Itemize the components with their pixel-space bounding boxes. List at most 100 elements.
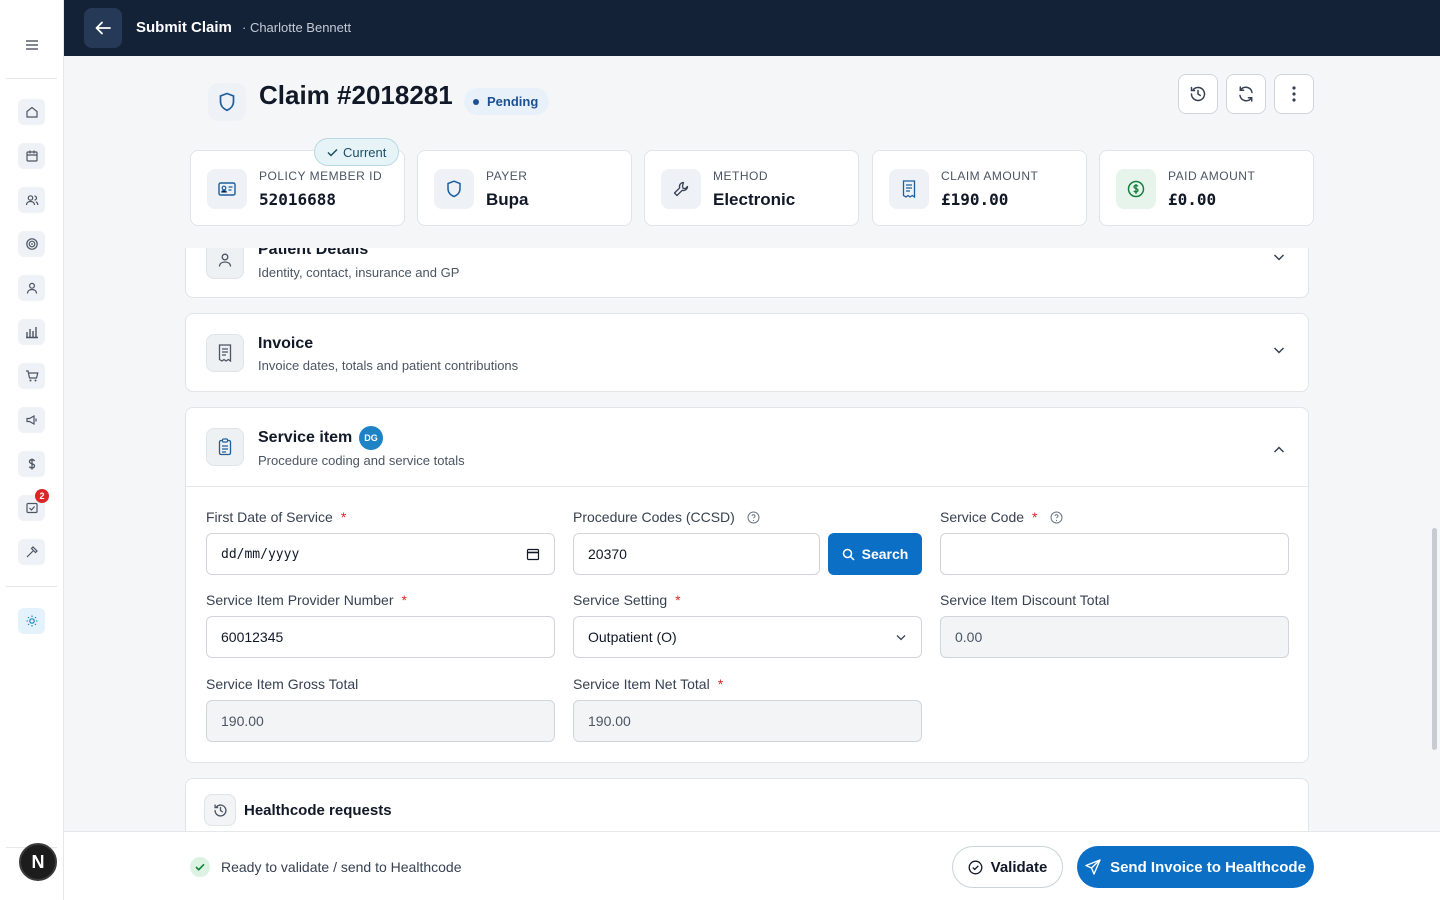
sidebar-item-target[interactable] (18, 231, 45, 257)
card-label: METHOD (713, 169, 768, 183)
chevron-down-icon (896, 635, 906, 641)
section-description: Invoice dates, totals and patient contri… (258, 358, 519, 373)
net-total-input: 190.00 (573, 700, 922, 742)
label-text: Service Item Net Total (573, 676, 710, 692)
current-label: Current (343, 144, 387, 160)
sidebar-item-cart[interactable] (18, 363, 45, 389)
id-card-icon (207, 169, 247, 209)
chevron-up-icon[interactable] (1272, 443, 1286, 457)
sidebar-item-reports[interactable] (18, 319, 45, 345)
sidebar-item-theme[interactable] (18, 608, 45, 634)
sidebar-item-tools[interactable] (18, 539, 45, 565)
card-label: PAID AMOUNT (1168, 169, 1256, 183)
inbox-icon (25, 502, 38, 514)
sidebar-item-inbox[interactable]: 2 (18, 489, 49, 521)
required-marker: * (1032, 509, 1038, 525)
section-title: Invoice (258, 335, 314, 352)
section-invoice[interactable]: Invoice Invoice dates, totals and patien… (185, 313, 1309, 392)
first-date-label: First Date of Service * (206, 509, 346, 525)
required-marker: * (717, 676, 724, 692)
first-date-input[interactable]: dd/mm/yyyy (206, 533, 555, 575)
provider-number-label: Service Item Provider Number * (206, 592, 407, 608)
help-icon[interactable] (747, 511, 760, 524)
required-marker: * (340, 509, 347, 525)
search-icon (842, 548, 855, 561)
section-title: Healthcode requests (244, 802, 392, 819)
assignee-badge: DG (359, 426, 383, 450)
check-icon (327, 148, 338, 157)
service-setting-label: Service Setting * (573, 592, 681, 608)
arrow-left-icon (95, 21, 111, 35)
net-total-label: Service Item Net Total * (573, 676, 723, 692)
calendar-icon (25, 150, 38, 162)
discount-total-label: Service Item Discount Total (940, 592, 1109, 608)
menu-icon[interactable] (22, 36, 42, 54)
label-text: First Date of Service (206, 509, 333, 525)
home-icon (25, 106, 38, 118)
input-value: 190.00 (221, 713, 264, 729)
search-button[interactable]: Search (828, 533, 922, 575)
send-icon (1085, 859, 1101, 875)
page-title: Submit Claim (136, 19, 232, 36)
action-bar: Ready to validate / send to Healthcode V… (64, 831, 1440, 900)
clipboard-icon (206, 428, 244, 466)
sun-icon (26, 615, 37, 627)
dollar-icon (28, 458, 35, 470)
validate-label: Validate (990, 858, 1048, 876)
notification-badge: 2 (35, 489, 49, 503)
back-button[interactable] (84, 8, 122, 48)
receipt-icon (206, 334, 244, 372)
status-dot-icon (473, 98, 479, 105)
input-value: 20370 (588, 546, 627, 562)
dollar-circle-icon (1116, 169, 1156, 209)
sidebar-item-campaigns[interactable] (18, 407, 45, 433)
avatar[interactable]: N (19, 843, 57, 881)
more-options-button[interactable] (1274, 74, 1314, 114)
label-text: Service Item Provider Number (206, 592, 394, 608)
history-icon (1190, 86, 1206, 102)
history-button[interactable] (1178, 74, 1218, 114)
sidebar-item-calendar[interactable] (18, 143, 45, 169)
service-code-label: Service Code * (940, 509, 1063, 525)
gross-total-input: 190.00 (206, 700, 555, 742)
summary-card-method: METHOD Electronic (644, 150, 859, 226)
section-service-item: Service item DG Procedure coding and ser… (185, 407, 1309, 763)
scroll-mask (180, 226, 1320, 248)
card-value: Electronic (713, 190, 796, 209)
card-value: Bupa (486, 190, 529, 209)
megaphone-icon (25, 414, 37, 426)
summary-card-claim-amount: CLAIM AMOUNT £190.00 (872, 150, 1087, 226)
sidebar-item-billing[interactable] (18, 451, 45, 477)
target-icon (25, 238, 38, 250)
refresh-button[interactable] (1226, 74, 1266, 114)
check-circle-icon (190, 857, 210, 877)
sidebar-item-home[interactable] (18, 99, 45, 125)
search-label: Search (861, 546, 909, 562)
history-icon (204, 794, 236, 826)
check-circle-icon (968, 860, 983, 874)
card-label: PAYER (486, 169, 528, 183)
bar-chart-icon (25, 327, 38, 339)
sidebar-item-user[interactable] (18, 275, 45, 301)
service-code-input[interactable] (940, 533, 1289, 575)
send-invoice-button[interactable]: Send Invoice to Healthcode (1077, 846, 1314, 888)
input-value: 0.00 (955, 629, 983, 645)
wrench-icon (661, 169, 701, 209)
sidebar-divider (6, 586, 57, 587)
help-icon[interactable] (1050, 511, 1063, 524)
scrollbar[interactable] (1432, 528, 1437, 750)
card-label: POLICY MEMBER ID (259, 169, 383, 183)
select-value: Outpatient (O) (588, 629, 677, 645)
input-value: 190.00 (588, 713, 631, 729)
refresh-icon (1239, 86, 1253, 102)
input-value: 60012345 (221, 629, 284, 645)
sidebar-item-users[interactable] (18, 187, 45, 213)
procedure-codes-input[interactable]: 20370 (573, 533, 820, 575)
service-setting-select[interactable]: Outpatient (O) (573, 616, 922, 658)
provider-number-input[interactable]: 60012345 (206, 616, 555, 658)
validate-button[interactable]: Validate (952, 846, 1063, 888)
sidebar: 2 N (0, 0, 64, 900)
label-text: Service Code (940, 509, 1025, 525)
calendar-icon[interactable] (526, 547, 540, 561)
chevron-down-icon (1273, 254, 1285, 261)
